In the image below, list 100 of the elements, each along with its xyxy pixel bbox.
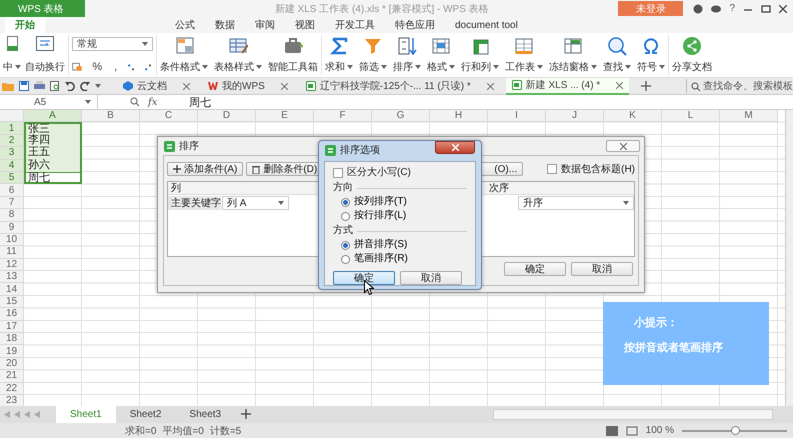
- ok-button[interactable]: 确定: [333, 271, 395, 285]
- column-header[interactable]: H: [430, 110, 488, 122]
- radio-option[interactable]: 按列排序(T): [333, 196, 467, 208]
- sheet-tab[interactable]: Sheet2: [116, 406, 176, 423]
- ribbon-button[interactable]: 中: [1, 35, 23, 75]
- column-header[interactable]: C: [140, 110, 198, 122]
- number-format-dropdown[interactable]: 常规: [72, 37, 153, 51]
- column-header[interactable]: I: [488, 110, 546, 122]
- menu-tab[interactable]: 开发工具: [325, 17, 385, 33]
- row-header[interactable]: 21: [0, 370, 24, 383]
- zoom-thumb[interactable]: [730, 426, 740, 434]
- row-header[interactable]: 4: [0, 160, 24, 172]
- row-header[interactable]: 23: [0, 394, 24, 406]
- ribbon-button[interactable]: 冻结窗格: [547, 35, 599, 75]
- page-view-icon[interactable]: [626, 426, 638, 436]
- ok-button[interactable]: 确定: [504, 262, 566, 276]
- header-checkbox[interactable]: 数据包含标题(H): [547, 162, 635, 176]
- formula-field[interactable]: 周七: [183, 94, 211, 110]
- close-icon[interactable]: [486, 82, 494, 90]
- column-header[interactable]: J: [546, 110, 604, 122]
- format-button[interactable]: %: [90, 61, 104, 73]
- column-header[interactable]: E: [256, 110, 314, 122]
- vertical-scrollbar[interactable]: [785, 110, 793, 406]
- case-checkbox[interactable]: 区分大小写(C): [333, 167, 467, 179]
- cancel-button[interactable]: 取消: [571, 262, 633, 276]
- ribbon-button[interactable]: 条件格式: [158, 35, 210, 75]
- ribbon-button[interactable]: 表格样式: [212, 35, 264, 75]
- row-header[interactable]: 20: [0, 358, 24, 370]
- row-header[interactable]: 19: [0, 345, 24, 358]
- menu-tab[interactable]: 视图: [285, 17, 325, 33]
- order-dropdown[interactable]: 升序: [518, 196, 634, 210]
- row-header[interactable]: 1: [0, 122, 24, 135]
- column-header[interactable]: L: [662, 110, 720, 122]
- preview-icon[interactable]: [50, 81, 60, 91]
- ribbon-button[interactable]: 格式: [425, 35, 457, 75]
- row-header[interactable]: 22: [0, 382, 24, 395]
- menu-tab[interactable]: document tool: [445, 17, 528, 33]
- column-header[interactable]: K: [604, 110, 662, 122]
- ribbon-button[interactable]: 工作表: [503, 35, 545, 75]
- document-tab[interactable]: 我的WPS: [202, 78, 294, 94]
- column-header[interactable]: B: [82, 110, 140, 122]
- ribbon-button[interactable]: 符号: [635, 35, 667, 75]
- zoom-icon[interactable]: [130, 97, 140, 107]
- ribbon-button[interactable]: 查找: [601, 35, 633, 75]
- document-tab[interactable]: 辽宁科技学院-125个-... 11 (只读) *: [300, 78, 500, 94]
- cancel-button[interactable]: 取消: [400, 271, 462, 285]
- column-header[interactable]: A: [24, 110, 82, 122]
- row-header[interactable]: 6: [0, 184, 24, 197]
- close-icon[interactable]: [779, 4, 787, 12]
- ribbon-button[interactable]: 智能工具箱: [266, 35, 320, 75]
- function-button[interactable]: fx: [148, 96, 158, 108]
- row-header[interactable]: 15: [0, 296, 24, 308]
- ribbon-button[interactable]: 排序: [391, 35, 423, 75]
- table-cell[interactable]: 孙六: [24, 160, 82, 172]
- row-header[interactable]: 16: [0, 308, 24, 321]
- column-header[interactable]: G: [372, 110, 430, 122]
- add-condition-button[interactable]: 添加条件(A): [167, 162, 244, 176]
- table-cell[interactable]: 李四: [24, 134, 82, 148]
- row-header[interactable]: 9: [0, 222, 24, 234]
- row-header[interactable]: 5: [0, 172, 24, 184]
- save-icon[interactable]: [19, 81, 29, 91]
- close-icon[interactable]: [280, 82, 288, 90]
- print-icon[interactable]: [34, 81, 45, 91]
- menu-tab[interactable]: 特色应用: [385, 17, 445, 33]
- ribbon-button[interactable]: 自动换行: [23, 35, 67, 75]
- table-cell[interactable]: 周七: [24, 172, 82, 184]
- table-cell[interactable]: 王五: [24, 147, 82, 160]
- column-header[interactable]: D: [198, 110, 256, 122]
- column-header[interactable]: F: [314, 110, 372, 122]
- menu-tab[interactable]: 数据: [205, 17, 245, 33]
- ribbon-button[interactable]: 分享文档: [670, 35, 714, 75]
- menu-tab[interactable]: 公式: [165, 17, 205, 33]
- column-header[interactable]: M: [720, 110, 778, 122]
- row-header[interactable]: 12: [0, 258, 24, 272]
- row-header[interactable]: 11: [0, 246, 24, 259]
- menu-tab[interactable]: 开始: [5, 17, 45, 33]
- menu-tab[interactable]: 审阅: [245, 17, 285, 33]
- horizontal-scrollbar[interactable]: [493, 409, 773, 420]
- ribbon-button[interactable]: 行和列: [459, 35, 501, 75]
- row-header[interactable]: 8: [0, 209, 24, 222]
- document-tab[interactable]: 云文档: [117, 78, 196, 94]
- close-icon[interactable]: [616, 82, 624, 88]
- ribbon-button[interactable]: 筛选: [357, 35, 389, 75]
- name-box[interactable]: A5: [0, 95, 98, 109]
- redo-icon[interactable]: [80, 81, 90, 91]
- close-button[interactable]: [435, 141, 475, 154]
- radio-option[interactable]: 拼音排序(S): [333, 239, 467, 251]
- close-button[interactable]: [606, 140, 640, 152]
- radio-option[interactable]: 笔画排序(R): [333, 253, 467, 265]
- help-button[interactable]: ?: [729, 3, 735, 14]
- sheet-tab[interactable]: Sheet1: [56, 406, 116, 423]
- format-button[interactable]: ,: [112, 61, 120, 73]
- radio-option[interactable]: 按行排序(L): [333, 210, 467, 222]
- ribbon-button[interactable]: 求和: [323, 35, 355, 75]
- undo-icon[interactable]: [65, 81, 75, 91]
- sheet-tab[interactable]: Sheet3: [175, 406, 236, 423]
- row-header[interactable]: 17: [0, 320, 24, 334]
- column-dropdown[interactable]: 列 A: [222, 196, 289, 210]
- app-menu-button[interactable]: WPS 表格: [0, 0, 85, 17]
- command-search-field[interactable]: 查找命令、搜索模板: [686, 79, 793, 93]
